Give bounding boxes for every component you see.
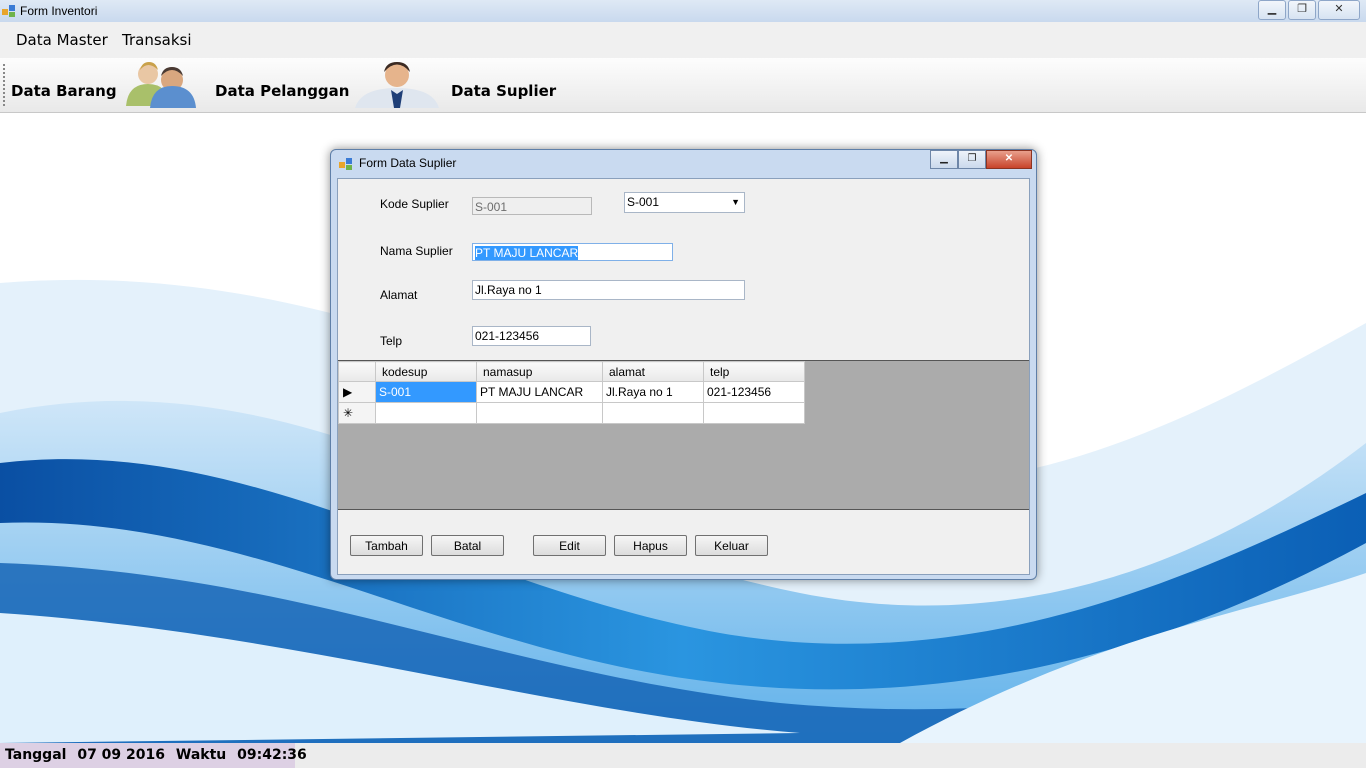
minimize-button[interactable]: ▁ (1258, 0, 1286, 20)
nama-suplier-label: Nama Suplier (380, 244, 453, 258)
dialog-close-button[interactable]: ✕ (986, 150, 1032, 169)
window-title: Form Inventori (20, 4, 98, 18)
kode-suplier-input: S-001 (472, 197, 592, 215)
menu-transaksi[interactable]: Transaksi (122, 31, 192, 49)
table-cell[interactable] (602, 402, 704, 424)
dialog-minimize-button[interactable]: ▁ (930, 150, 958, 169)
table-cell[interactable] (375, 402, 477, 424)
grid-table: kodesup namasup alamat telp ▶ S-001 PT M… (338, 361, 805, 424)
customers-people-icon[interactable] (110, 60, 210, 108)
hapus-button[interactable]: Hapus (614, 535, 687, 556)
chevron-down-icon[interactable]: ▼ (731, 193, 740, 212)
app-icon (2, 5, 15, 17)
column-header-telp[interactable]: telp (703, 361, 805, 382)
dialog-client-area: Kode Suplier S-001 S-001 ▼ Nama Suplier … (337, 178, 1030, 575)
dialog-title: Form Data Suplier (359, 156, 457, 170)
telp-input[interactable]: 021-123456 (472, 326, 591, 346)
edit-button[interactable]: Edit (533, 535, 606, 556)
alamat-label: Alamat (380, 288, 418, 302)
column-header-kodesup[interactable]: kodesup (375, 361, 477, 382)
new-row[interactable]: ✳ (338, 402, 805, 424)
tanggal-value: 07 09 2016 (77, 747, 166, 763)
supplier-data-grid[interactable]: kodesup namasup alamat telp ▶ S-001 PT M… (338, 360, 1029, 510)
table-row[interactable]: ▶ S-001 PT MAJU LANCAR Jl.Raya no 1 021-… (338, 381, 805, 403)
toolbar-data-suplier[interactable]: Data Suplier (451, 82, 556, 100)
kode-suplier-label: Kode Suplier (380, 197, 449, 211)
table-cell[interactable]: 021-123456 (703, 381, 805, 403)
kode-combo-value: S-001 (627, 195, 660, 209)
kode-suplier-combo[interactable]: S-001 ▼ (624, 192, 745, 213)
current-row-arrow-icon[interactable]: ▶ (338, 381, 376, 403)
table-cell[interactable] (703, 402, 805, 424)
table-cell[interactable]: S-001 (375, 381, 477, 403)
maximize-button[interactable]: ❐ (1288, 0, 1316, 20)
window-titlebar: Form Inventori ▁ ❐ ✕ (0, 0, 1366, 23)
status-bar: Tanggal 07 09 2016 Waktu 09:42:36 (0, 743, 1366, 768)
batal-button[interactable]: Batal (431, 535, 504, 556)
column-header-namasup[interactable]: namasup (476, 361, 603, 382)
grid-corner-header[interactable] (338, 361, 376, 382)
menu-data-master[interactable]: Data Master (16, 31, 108, 49)
toolbar-data-barang[interactable]: Data Barang (11, 82, 117, 100)
table-cell[interactable]: Jl.Raya no 1 (602, 381, 704, 403)
keluar-button[interactable]: Keluar (695, 535, 768, 556)
nama-suplier-input[interactable]: PT MAJU LANCAR (472, 243, 673, 261)
toolbar: Data Barang Data Pelanggan Data Suplier (0, 58, 1366, 113)
menu-bar: Data Master Transaksi (0, 22, 1366, 58)
telp-label: Telp (380, 334, 403, 348)
nama-suplier-value: PT MAJU LANCAR (475, 246, 579, 260)
table-cell[interactable]: PT MAJU LANCAR (476, 381, 603, 403)
grid-header-row: kodesup namasup alamat telp (338, 361, 805, 382)
toolbar-grip[interactable] (3, 64, 5, 108)
alamat-input[interactable]: Jl.Raya no 1 (472, 280, 745, 300)
form-icon (339, 158, 352, 170)
waktu-label: Waktu (175, 747, 227, 763)
toolbar-data-pelanggan[interactable]: Data Pelanggan (215, 82, 349, 100)
form-data-suplier-dialog: Form Data Suplier ▁ ❐ ✕ Kode Suplier S-0… (330, 149, 1037, 580)
table-cell[interactable] (476, 402, 603, 424)
tanggal-label: Tanggal (5, 747, 67, 763)
tambah-button[interactable]: Tambah (350, 535, 423, 556)
dialog-maximize-button[interactable]: ❐ (958, 150, 986, 169)
supplier-person-icon[interactable] (347, 60, 447, 108)
waktu-value: 09:42:36 (237, 747, 307, 763)
status-datetime: Tanggal 07 09 2016 Waktu 09:42:36 (0, 743, 307, 768)
close-button[interactable]: ✕ (1318, 0, 1360, 20)
new-row-asterisk-icon[interactable]: ✳ (338, 402, 376, 424)
column-header-alamat[interactable]: alamat (602, 361, 704, 382)
